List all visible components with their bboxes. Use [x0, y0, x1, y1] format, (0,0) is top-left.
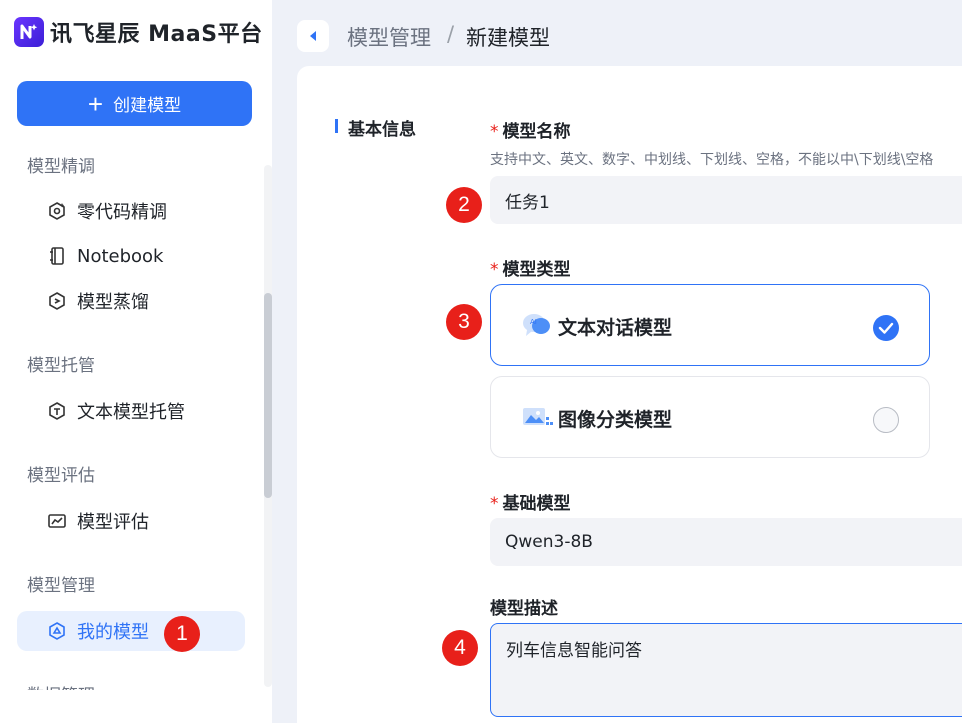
breadcrumb-parent[interactable]: 模型管理: [347, 22, 431, 52]
type-option-label: 文本对话模型: [558, 317, 673, 339]
sidebar-nav: 模型精调 零代码精调 Notebook 模型蒸馏 模型托管 文本模型托管 模型评…: [0, 150, 272, 690]
logo-icon: [14, 17, 44, 47]
my-model-icon: [49, 622, 65, 640]
brand-name: 讯飞星辰 MaaS平台: [50, 22, 263, 47]
required-mark: *: [490, 494, 499, 514]
sidebar-item-label: Notebook: [77, 245, 164, 267]
brand-logo[interactable]: 讯飞星辰 MaaS平台: [14, 16, 263, 48]
group-label-data: 数据管理: [27, 681, 95, 690]
create-model-button[interactable]: + 创建模型: [17, 81, 252, 126]
type-option-label: 图像分类模型: [558, 409, 673, 431]
model-type-label-text: 模型类型: [502, 260, 571, 280]
finetune-icon: [49, 202, 65, 220]
plus-icon: +: [87, 88, 104, 119]
required-mark: *: [490, 260, 499, 280]
required-mark: *: [490, 122, 499, 142]
base-model-label: * 基础模型: [490, 489, 571, 514]
svg-text:AI: AI: [530, 318, 537, 326]
distill-icon: [49, 292, 65, 310]
sidebar-item-my-models[interactable]: 我的模型: [17, 611, 245, 651]
model-name-label-text: 模型名称: [502, 122, 571, 142]
group-label-evaluation: 模型评估: [27, 466, 95, 486]
group-label-finetune: 模型精调: [27, 157, 95, 177]
annotation-badge-4: 4: [442, 630, 478, 666]
description-textarea[interactable]: 列车信息智能问答: [490, 623, 962, 717]
chat-bubble-icon: AI: [523, 314, 550, 336]
model-name-label: * 模型名称: [490, 117, 571, 142]
sidebar-item-distill[interactable]: 模型蒸馏: [17, 281, 245, 321]
radio-unchecked[interactable]: [873, 407, 899, 433]
type-option-text-chat[interactable]: AI 文本对话模型: [490, 284, 930, 366]
breadcrumb-separator: /: [447, 22, 455, 46]
description-value: 列车信息智能问答: [506, 641, 642, 661]
type-option-image-classify[interactable]: 图像分类模型: [490, 376, 930, 458]
model-name-value: 任务1: [505, 192, 550, 213]
chevron-left-icon: [310, 31, 316, 41]
section-marker: [335, 119, 338, 133]
sidebar-scrollbar-thumb[interactable]: [264, 293, 272, 498]
base-model-value: Qwen3-8B: [505, 532, 593, 552]
checkmark-icon: [878, 322, 894, 334]
sidebar-item-model-evaluation[interactable]: 模型评估: [17, 501, 245, 541]
radio-checked[interactable]: [873, 315, 899, 341]
sidebar-item-notebook[interactable]: Notebook: [17, 236, 245, 276]
sidebar-item-label: 模型评估: [77, 512, 149, 533]
base-model-select[interactable]: Qwen3-8B: [490, 518, 962, 566]
sidebar-item-zero-code-finetune[interactable]: 零代码精调: [17, 191, 245, 231]
sidebar-item-text-model-hosting[interactable]: 文本模型托管: [17, 391, 245, 431]
group-label-hosting: 模型托管: [27, 356, 95, 376]
sidebar-item-label: 我的模型: [77, 622, 149, 643]
sidebar-item-label: 文本模型托管: [77, 402, 185, 423]
image-icon: [523, 408, 553, 425]
model-name-hint: 支持中文、英文、数字、中划线、下划线、空格，不能以中\下划线\空格: [490, 152, 934, 168]
annotation-badge-3: 3: [446, 304, 482, 340]
model-type-label: * 模型类型: [490, 255, 571, 280]
breadcrumb-current: 新建模型: [466, 26, 550, 50]
annotation-badge-1: 1: [164, 616, 200, 652]
back-button[interactable]: [297, 20, 329, 52]
create-model-label: 创建模型: [113, 96, 182, 115]
base-model-label-text: 基础模型: [502, 494, 571, 514]
sidebar-item-label: 零代码精调: [77, 202, 167, 223]
group-label-management: 模型管理: [27, 576, 95, 596]
sidebar-item-label: 模型蒸馏: [77, 292, 149, 313]
section-title: 基本信息: [348, 120, 416, 140]
notebook-icon: [50, 247, 64, 265]
hosting-icon: [49, 402, 65, 420]
description-label: 模型描述: [490, 599, 558, 619]
sidebar: 讯飞星辰 MaaS平台 + 创建模型 模型精调 零代码精调 Notebook 模…: [0, 0, 272, 723]
annotation-badge-2: 2: [446, 187, 482, 223]
model-name-input[interactable]: 任务1: [490, 176, 962, 224]
evaluate-icon: [48, 514, 66, 528]
